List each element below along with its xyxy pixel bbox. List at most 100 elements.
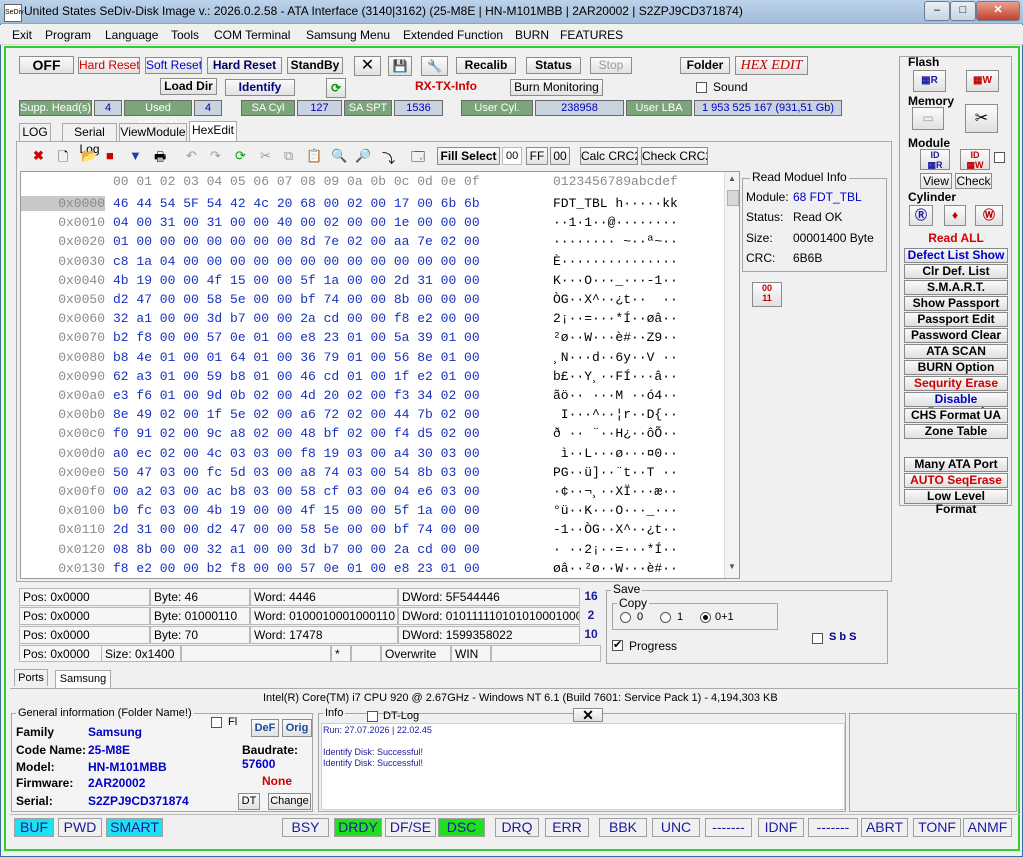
new-file-icon[interactable]: 🗋	[58, 148, 68, 170]
menu-tools[interactable]: Tools	[171, 28, 199, 42]
hex-ascii[interactable]: ÒG··X^··¿t·· ··	[553, 292, 678, 307]
save-icon[interactable]: ■	[106, 148, 114, 163]
hex-bytes[interactable]: a0 ec 02 00 4c 03 03 00 f8 19 03 00 a4 3…	[113, 446, 480, 461]
def-button[interactable]: DeF	[251, 719, 279, 737]
check-crc2-button[interactable]: Check CRC2	[641, 147, 708, 165]
goto-icon[interactable]: ⤵	[382, 148, 395, 167]
menu-exit[interactable]: Exit	[12, 28, 32, 42]
identify-button[interactable]: Identify	[225, 79, 295, 96]
hex-bytes[interactable]: b8 4e 01 00 01 64 01 00 36 79 01 00 56 8…	[113, 350, 480, 365]
find-next-icon[interactable]: 🔎	[355, 148, 371, 164]
hex-bytes[interactable]: b2 f8 00 00 57 0e 01 00 e8 23 01 00 5a 3…	[113, 330, 480, 345]
copy-option-1[interactable]	[660, 612, 671, 623]
tab-view-module[interactable]: ViewModule	[119, 123, 187, 141]
tab-log[interactable]: LOG	[19, 123, 51, 141]
tab-samsung[interactable]: Samsung	[55, 670, 111, 688]
hex-view[interactable]: 00 01 02 03 04 05 06 07 08 09 0a 0b 0c 0…	[20, 171, 740, 579]
copy-option-0[interactable]	[620, 612, 631, 623]
scroll-up-icon[interactable]: ▲	[727, 174, 737, 188]
hex-bytes[interactable]: 50 47 03 00 fc 5d 03 00 a8 74 03 00 54 8…	[113, 465, 480, 480]
cylinder-erase-icon[interactable]: ♦	[944, 205, 966, 226]
hex-ascii[interactable]: PG··ü]··¨t··T ··	[553, 465, 678, 480]
check-button[interactable]: Check	[955, 173, 992, 189]
menu-features[interactable]: FEATURES	[560, 28, 623, 42]
flash-read-icon[interactable]: ▦R	[913, 70, 946, 92]
copy-option-01[interactable]	[700, 612, 711, 623]
progress-checkbox[interactable]: ✔	[612, 639, 623, 651]
hex-bytes[interactable]: 32 a1 00 00 3d b7 00 00 2a cd 00 00 f8 e…	[113, 311, 480, 326]
menu-burn[interactable]: BURN	[515, 28, 549, 42]
status-button[interactable]: Status	[526, 57, 581, 74]
hex-bytes[interactable]: d2 47 00 00 58 5e 00 00 bf 74 00 00 8b 0…	[113, 292, 480, 307]
rx-tx-info-button[interactable]: RX-TX-Info	[413, 79, 479, 95]
hex-bytes[interactable]: f0 91 02 00 9c a8 02 00 48 bf 02 00 f4 d…	[113, 426, 480, 441]
hard-reset-button[interactable]: Hard Reset	[207, 57, 282, 74]
properties-icon[interactable]: 🗔	[411, 148, 425, 170]
minimize-button[interactable]: –	[924, 1, 950, 21]
hex-ascii[interactable]: K···O···_···-1··	[553, 273, 678, 288]
hex-ascii[interactable]: ·¢··¬¸··XÏ···æ··	[553, 484, 678, 499]
hex-ascii[interactable]: ãö·· ···M ··ó4··	[553, 388, 678, 403]
low-level-format-button[interactable]: Low Level Format	[904, 489, 1008, 516]
fill-00-button[interactable]: 00	[550, 147, 570, 165]
undo-icon[interactable]: ↶	[186, 148, 197, 164]
menu-program[interactable]: Program	[45, 28, 91, 42]
reload-icon[interactable]: ⟳	[235, 148, 246, 164]
hex-bytes[interactable]: 2d 31 00 00 d2 47 00 00 58 5e 00 00 bf 7…	[113, 522, 480, 537]
hex-edit-button[interactable]: HEX EDIT	[735, 56, 808, 75]
hard-reset-red-button[interactable]: Hard Reset	[78, 57, 140, 74]
hex-ascii[interactable]: ········ ~··ª~··	[553, 234, 678, 249]
cylinder-read-icon[interactable]: Ⓡ	[909, 205, 933, 226]
open-folder-icon[interactable]: 📂	[81, 148, 97, 164]
module-tool-icon[interactable]: 00 11	[752, 282, 782, 307]
hex-ascii[interactable]: ì··L···ø···¤0··	[553, 446, 678, 461]
orig-button[interactable]: Orig	[282, 719, 312, 737]
cut-icon[interactable]: ✂	[260, 148, 271, 164]
clr-def-list-button[interactable]: Clr Def. List	[904, 264, 1008, 279]
dropdown-icon[interactable]: ▼	[129, 148, 142, 163]
hex-bytes[interactable]: 8e 49 02 00 1f 5e 02 00 a6 72 02 00 44 7…	[113, 407, 480, 422]
load-dir-button[interactable]: Load Dir	[160, 78, 217, 95]
cancel-x-icon[interactable]: ✕	[354, 56, 381, 76]
chs-format-ua-button[interactable]: CHS Format UA	[904, 408, 1008, 423]
hex-scrollbar[interactable]: ▲ ▼	[724, 172, 739, 578]
hex-bytes[interactable]: 01 00 00 00 00 00 00 00 8d 7e 02 00 aa 7…	[113, 234, 480, 249]
hex-bytes[interactable]: 46 44 54 5F 54 42 4c 20 68 00 02 00 17 0…	[113, 196, 480, 211]
change-button[interactable]: Change	[268, 793, 311, 810]
view-button[interactable]: View	[920, 173, 952, 189]
soft-reset-button[interactable]: Soft Reset	[145, 57, 202, 74]
find-icon[interactable]: 🔍	[331, 148, 347, 164]
memory-icon[interactable]: ▭	[912, 107, 944, 130]
hex-ascii[interactable]: 2¡··=···*Í··øâ··	[553, 311, 678, 326]
hex-bytes[interactable]: f8 e2 00 00 b2 f8 00 00 57 0e 01 00 e8 2…	[113, 561, 480, 576]
cylinder-write-icon[interactable]: Ⓦ	[975, 205, 1003, 226]
refresh-icon[interactable]: ⟳	[326, 78, 346, 98]
hex-ascii[interactable]: · ··2¡··=···*Í··	[553, 542, 678, 557]
tools-icon[interactable]: 🔧	[421, 56, 448, 76]
hex-bytes[interactable]: 08 8b 00 00 32 a1 00 00 3d b7 00 00 2a c…	[113, 542, 480, 557]
hex-bytes[interactable]: b0 fc 03 00 4b 19 00 00 4f 15 00 00 5f 1…	[113, 503, 480, 518]
module-write-icon[interactable]: ID ▦W	[960, 149, 990, 170]
many-ata-port-button[interactable]: Many ATA Port	[904, 457, 1008, 472]
defect-list-show-button[interactable]: Defect List Show	[904, 248, 1008, 263]
hex-bytes[interactable]: c8 1a 04 00 00 00 00 00 00 00 00 00 00 0…	[113, 254, 480, 269]
redo-icon[interactable]: ↷	[210, 148, 221, 164]
hex-bytes[interactable]: 4b 19 00 00 4f 15 00 00 5f 1a 00 00 2d 3…	[113, 273, 480, 288]
menu-language[interactable]: Language	[105, 28, 158, 42]
read-all-button[interactable]: Read ALL	[904, 232, 1008, 247]
hex-ascii[interactable]: ¸N···d··6y··V ··	[553, 350, 678, 365]
fill-ff-button[interactable]: FF	[526, 147, 548, 165]
smart-button[interactable]: S.M.A.R.T.	[904, 280, 1008, 295]
folder-button[interactable]: Folder	[680, 57, 730, 74]
tab-serial-log[interactable]: Serial Log	[62, 123, 117, 156]
scroll-thumb[interactable]	[727, 190, 739, 206]
menu-extended-function[interactable]: Extended Function	[403, 28, 503, 42]
passport-edit-button[interactable]: Passport Edit	[904, 312, 1008, 327]
dt-log-checkbox[interactable]	[367, 711, 378, 722]
show-passport-button[interactable]: Show Passport	[904, 296, 1008, 311]
stop-button[interactable]: Stop	[590, 57, 632, 74]
sound-checkbox[interactable]	[696, 82, 707, 93]
hex-ascii[interactable]: ··1·1··@········	[553, 215, 678, 230]
burn-monitoring-button[interactable]: Burn Monitoring	[510, 79, 603, 96]
module-read-icon[interactable]: ID ▦R	[920, 149, 950, 170]
